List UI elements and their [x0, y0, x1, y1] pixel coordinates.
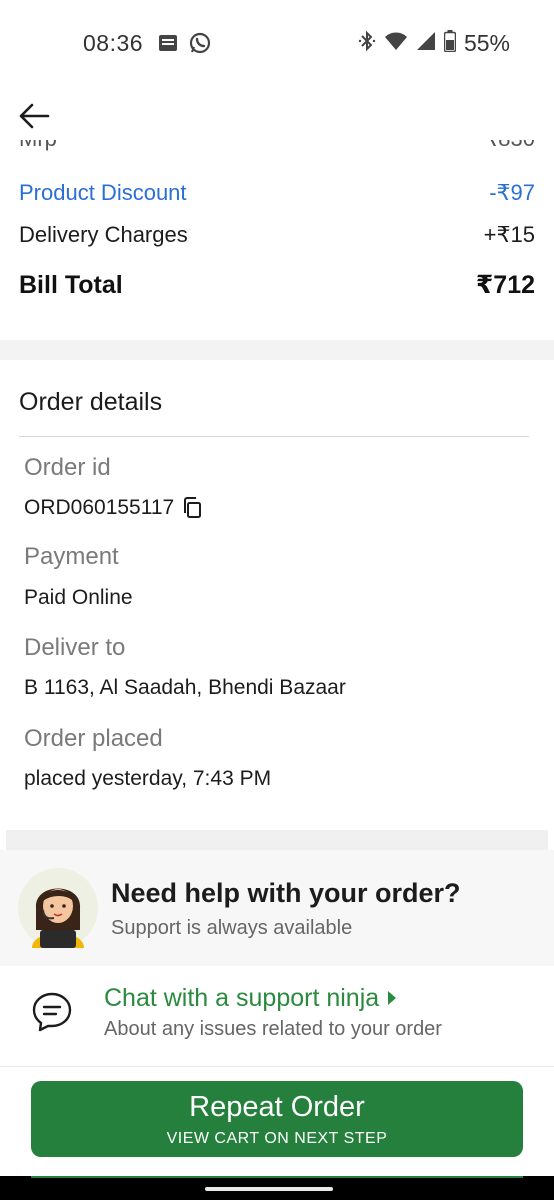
bill-row-discount: Product Discount -₹97: [19, 180, 535, 206]
repeat-order-sublabel: VIEW CART ON NEXT STEP: [166, 1130, 388, 1147]
bill-row-total: Bill Total ₹712: [19, 270, 535, 300]
battery-icon: [443, 30, 457, 57]
order-placed-label: Order placed: [24, 725, 163, 752]
system-nav-bar: [0, 1176, 554, 1200]
chat-support-link[interactable]: Chat with a support ninja About any issu…: [0, 966, 554, 1066]
mrp-label: Mrp: [19, 140, 57, 152]
divider: [19, 436, 529, 437]
bluetooth-icon: [358, 30, 376, 57]
section-divider: [0, 340, 554, 360]
divider: [0, 1066, 554, 1067]
order-id-row: ORD060155117: [24, 496, 202, 520]
back-button[interactable]: [14, 96, 54, 136]
deliver-to-label: Deliver to: [24, 634, 126, 661]
chat-title: Chat with a support ninja: [104, 984, 380, 1012]
delivery-value: +₹15: [483, 222, 535, 247]
discount-label: Product Discount: [19, 180, 187, 205]
help-section: Need help with your order? Support is al…: [0, 850, 554, 966]
payment-label: Payment: [24, 543, 119, 570]
bill-row-mrp: Mrp ₹830: [19, 140, 535, 162]
discount-value: -₹97: [489, 180, 535, 205]
chat-bubble-icon: [32, 992, 72, 1032]
bill-total-value: ₹712: [475, 271, 535, 299]
delivery-label: Delivery Charges: [19, 222, 188, 247]
status-bar: 08:36 55%: [0, 0, 554, 88]
order-id-label: Order id: [24, 454, 111, 481]
arrow-left-icon: [19, 103, 50, 129]
section-divider: [0, 830, 554, 850]
wifi-icon: [384, 31, 408, 56]
copy-icon[interactable]: [182, 497, 202, 519]
bill-total-label: Bill Total: [19, 270, 123, 299]
repeat-order-label: Repeat Order: [189, 1091, 365, 1123]
payment-value: Paid Online: [24, 586, 133, 609]
caret-right-icon: [387, 984, 397, 1013]
help-title: Need help with your order?: [111, 878, 461, 908]
signal-icon: [416, 31, 436, 56]
repeat-order-button[interactable]: Repeat Order VIEW CART ON NEXT STEP: [31, 1081, 523, 1157]
status-time: 08:36: [83, 30, 144, 56]
chat-subtitle: About any issues related to your order: [104, 1018, 442, 1040]
mrp-value: ₹830: [484, 140, 535, 152]
order-details-section: Order details Order id ORD060155117 Paym…: [0, 360, 554, 830]
bill-summary: Mrp ₹830 Product Discount -₹97 Delivery …: [0, 140, 554, 340]
bill-row-delivery: Delivery Charges +₹15: [19, 222, 535, 248]
battery-percentage: 55%: [463, 30, 510, 56]
message-notification-icon: [158, 33, 178, 58]
order-id-value: ORD060155117: [24, 496, 175, 519]
chat-title-row: Chat with a support ninja: [104, 984, 397, 1013]
support-agent-avatar: [18, 868, 98, 948]
help-subtitle: Support is always available: [111, 917, 353, 939]
order-placed-value: placed yesterday, 7:43 PM: [24, 767, 272, 790]
deliver-to-value: B 1163, Al Saadah, Bhendi Bazaar: [24, 676, 346, 699]
home-gesture-handle[interactable]: [205, 1187, 333, 1191]
order-details-title: Order details: [19, 388, 163, 416]
whatsapp-icon: [188, 31, 212, 60]
